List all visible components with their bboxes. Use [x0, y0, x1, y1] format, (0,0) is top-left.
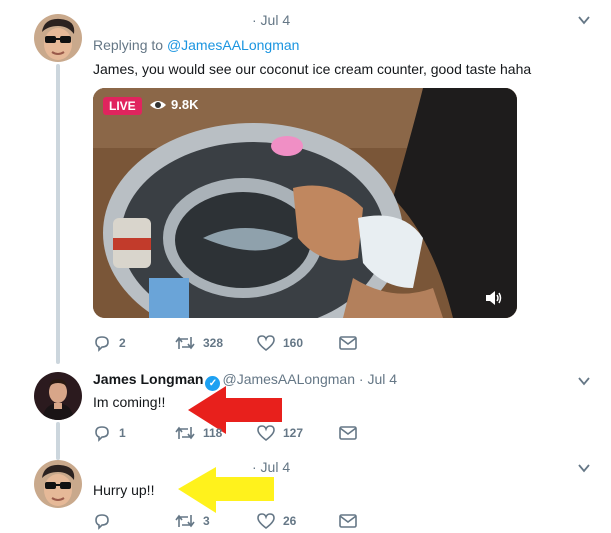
- retweet-count: 328: [203, 336, 224, 350]
- reply-icon: [95, 426, 109, 442]
- retweet-count: 118: [203, 426, 223, 440]
- envelope-icon: [339, 514, 357, 528]
- replying-to-handle[interactable]: @JamesAALongman: [167, 37, 300, 53]
- heart-icon: [257, 335, 275, 351]
- reply-count: 2: [119, 336, 126, 350]
- like-button[interactable]: 127: [257, 425, 339, 441]
- retweet-button[interactable]: 328: [175, 335, 257, 351]
- envelope-icon: [339, 336, 357, 350]
- avatar[interactable]: [34, 460, 82, 508]
- tweet-date[interactable]: · Jul 4: [359, 371, 397, 387]
- tweet-date[interactable]: · Jul 4: [252, 12, 290, 28]
- thread-line: [56, 422, 60, 460]
- reply-icon: [95, 514, 109, 530]
- heart-icon: [257, 513, 275, 529]
- reply-button[interactable]: [93, 512, 175, 530]
- replying-to: Replying to @JamesAALongman: [93, 37, 299, 53]
- view-count-value: 9.8K: [171, 97, 199, 112]
- tweet-actions: 1 118 127: [93, 424, 421, 442]
- retweet-icon: [175, 336, 195, 350]
- like-count: 26: [283, 514, 297, 528]
- tweet-text: James, you would see our coconut ice cre…: [93, 61, 532, 77]
- message-button[interactable]: [339, 426, 421, 440]
- tweet-actions: 2 328 160: [93, 334, 421, 352]
- retweet-count: 3: [203, 514, 210, 528]
- reply-count: 1: [119, 426, 126, 440]
- chevron-down-icon[interactable]: [577, 13, 591, 27]
- view-count: 9.8K: [149, 97, 198, 112]
- retweet-icon: [175, 426, 195, 440]
- retweet-button[interactable]: 3: [175, 513, 257, 529]
- live-video[interactable]: LIVE 9.8K: [93, 88, 517, 318]
- reply-icon: [95, 336, 109, 352]
- chevron-down-icon[interactable]: [577, 461, 591, 475]
- avatar[interactable]: [34, 14, 82, 62]
- replying-to-label: Replying to: [93, 37, 167, 53]
- volume-icon[interactable]: [485, 290, 503, 306]
- like-count: 160: [283, 336, 304, 350]
- tweet-text: Hurry up!!: [93, 482, 155, 498]
- retweet-icon: [175, 514, 195, 528]
- yellow-arrow-annotation: [178, 467, 274, 513]
- chevron-down-icon[interactable]: [577, 374, 591, 388]
- heart-icon: [257, 425, 275, 441]
- like-button[interactable]: 160: [257, 335, 339, 351]
- envelope-icon: [339, 426, 357, 440]
- retweet-button[interactable]: 118: [175, 425, 257, 441]
- tweet-text: Im coming!!: [93, 394, 166, 410]
- reply-button[interactable]: 1: [93, 424, 175, 442]
- eye-icon: [150, 100, 166, 109]
- like-count: 127: [283, 426, 304, 440]
- like-button[interactable]: 26: [257, 513, 339, 529]
- avatar[interactable]: [34, 372, 82, 420]
- message-button[interactable]: [339, 514, 421, 528]
- message-button[interactable]: [339, 336, 421, 350]
- tweet-actions: 3 26: [93, 512, 421, 530]
- live-badge: LIVE: [103, 97, 142, 115]
- reply-button[interactable]: 2: [93, 334, 175, 352]
- thread-line: [56, 64, 60, 364]
